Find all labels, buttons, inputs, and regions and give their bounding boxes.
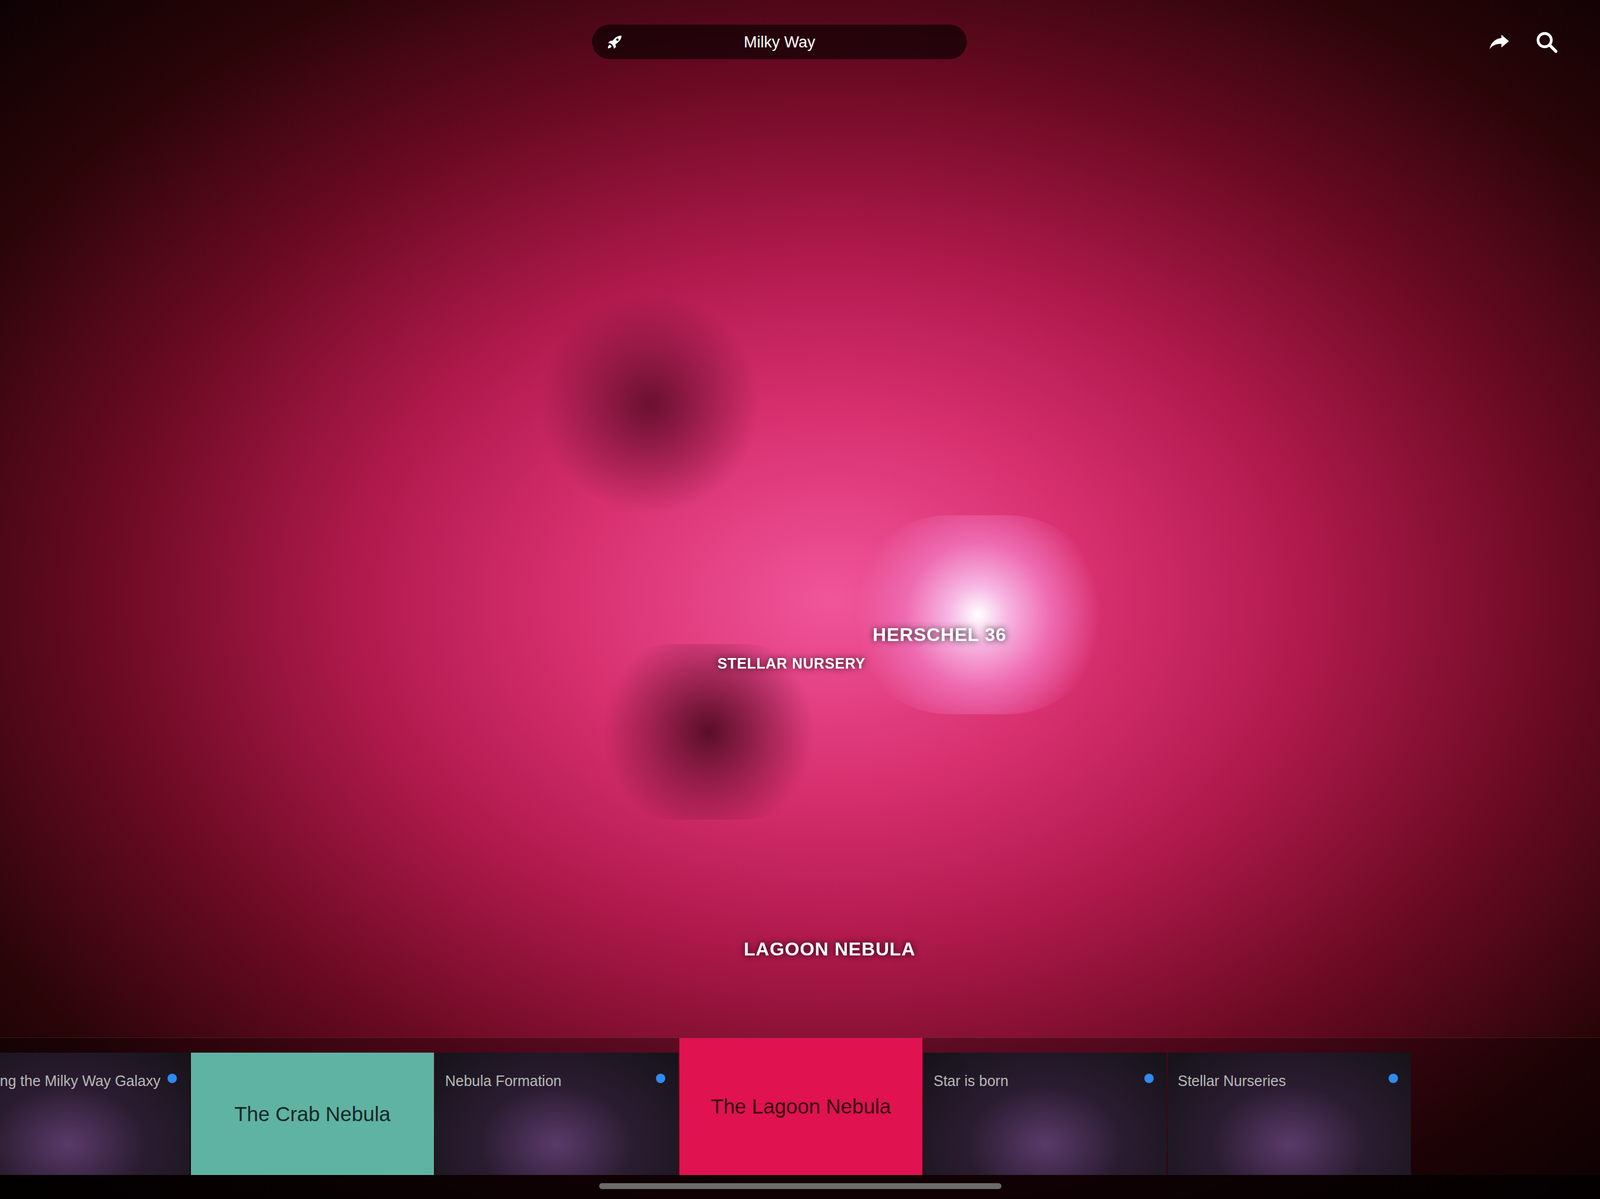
sky-label[interactable]: STELLAR NURSERY bbox=[717, 653, 866, 676]
card-title: The Lagoon Nebula bbox=[710, 1093, 891, 1120]
unread-dot bbox=[167, 1074, 177, 1084]
unread-dot bbox=[1388, 1074, 1398, 1084]
story-card[interactable]: The Crab Nebula bbox=[190, 1053, 434, 1176]
card-title: Nebula Formation bbox=[445, 1070, 649, 1093]
story-card[interactable]: Star is born bbox=[923, 1053, 1167, 1176]
app-screen: HERSCHEL 36STELLAR NURSERYLAGOON NEBULA … bbox=[0, 0, 1600, 1199]
share-icon[interactable] bbox=[1486, 29, 1513, 56]
story-strip[interactable]: ng the Milky Way Galaxy The Crab Nebula Ne… bbox=[0, 1038, 1600, 1176]
sky-label[interactable]: HERSCHEL 36 bbox=[872, 620, 1007, 649]
sky-labels: HERSCHEL 36 STELLAR NURSERY LAGOON NEBULA bbox=[0, 0, 1600, 1199]
rocket-icon[interactable] bbox=[604, 32, 625, 53]
home-indicator[interactable] bbox=[599, 1183, 1002, 1190]
unread-dot bbox=[655, 1074, 666, 1084]
card-title: The Crab Nebula bbox=[234, 1101, 391, 1128]
search-icon[interactable] bbox=[1534, 29, 1560, 55]
location-bar[interactable]: Milky Way bbox=[592, 24, 967, 60]
story-card[interactable]: ng the Milky Way Galaxy bbox=[0, 1053, 190, 1176]
story-card[interactable]: Stellar Nurseries bbox=[1167, 1053, 1411, 1176]
story-card[interactable]: The Lagoon Nebula bbox=[679, 1038, 923, 1176]
card-title: Star is born bbox=[933, 1070, 1138, 1093]
card-title: Stellar Nurseries bbox=[1177, 1070, 1382, 1093]
story-card[interactable]: Nebula Formation bbox=[435, 1053, 679, 1176]
card-title: ng the Milky Way Galaxy bbox=[0, 1070, 161, 1093]
sky-label[interactable]: LAGOON NEBULA bbox=[743, 935, 916, 964]
sky-view[interactable] bbox=[0, 0, 1600, 1199]
unread-dot bbox=[1144, 1074, 1154, 1084]
location-label: Milky Way bbox=[696, 30, 863, 54]
